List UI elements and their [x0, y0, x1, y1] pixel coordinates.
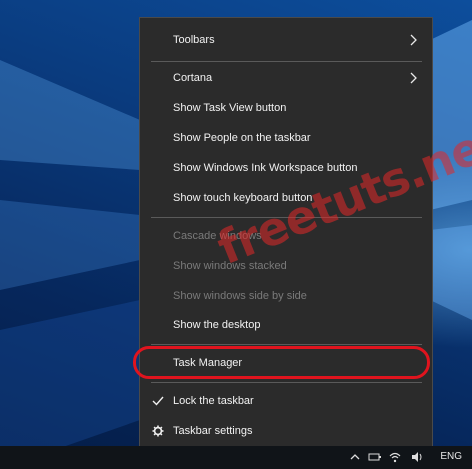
menu-item-windows-stacked: Show windows stacked — [140, 252, 432, 280]
menu-item-cortana[interactable]: Cortana — [140, 64, 432, 92]
menu-item-taskbar-settings[interactable]: Taskbar settings — [140, 417, 432, 445]
menu-item-show-desktop[interactable]: Show the desktop — [140, 311, 432, 339]
menu-item-label: Show Task View button — [173, 102, 287, 114]
menu-item-label: Show the desktop — [173, 319, 261, 331]
menu-item-lock-taskbar[interactable]: Lock the taskbar — [140, 387, 432, 415]
menu-item-label: Taskbar settings — [173, 425, 253, 437]
gear-icon — [152, 425, 164, 437]
menu-item-label: Show Windows Ink Workspace button — [173, 162, 358, 174]
task-manager-highlight-ring — [133, 346, 430, 379]
network-icon[interactable] — [388, 451, 402, 463]
taskbar: ENG — [0, 446, 472, 469]
menu-item-toolbars[interactable]: Toolbars — [140, 26, 432, 54]
menu-item-label: Lock the taskbar — [173, 395, 254, 407]
menu-item-label: Show People on the taskbar — [173, 132, 311, 144]
menu-separator — [151, 344, 422, 345]
chevron-up-icon[interactable] — [348, 451, 362, 463]
menu-item-label: Toolbars — [173, 34, 215, 46]
chevron-right-icon — [410, 34, 417, 46]
volume-icon[interactable] — [410, 451, 424, 463]
menu-separator — [151, 382, 422, 383]
menu-item-windows-side-by-side: Show windows side by side — [140, 282, 432, 310]
battery-icon[interactable] — [368, 451, 382, 463]
menu-item-show-task-view[interactable]: Show Task View button — [140, 94, 432, 122]
chevron-right-icon — [410, 72, 417, 84]
menu-item-label: Show windows side by side — [173, 290, 307, 302]
menu-item-label: Cortana — [173, 72, 213, 84]
menu-item-show-people[interactable]: Show People on the taskbar — [140, 124, 432, 152]
checkmark-icon — [152, 396, 164, 406]
menu-separator — [151, 61, 422, 62]
language-indicator[interactable]: ENG — [440, 451, 462, 462]
